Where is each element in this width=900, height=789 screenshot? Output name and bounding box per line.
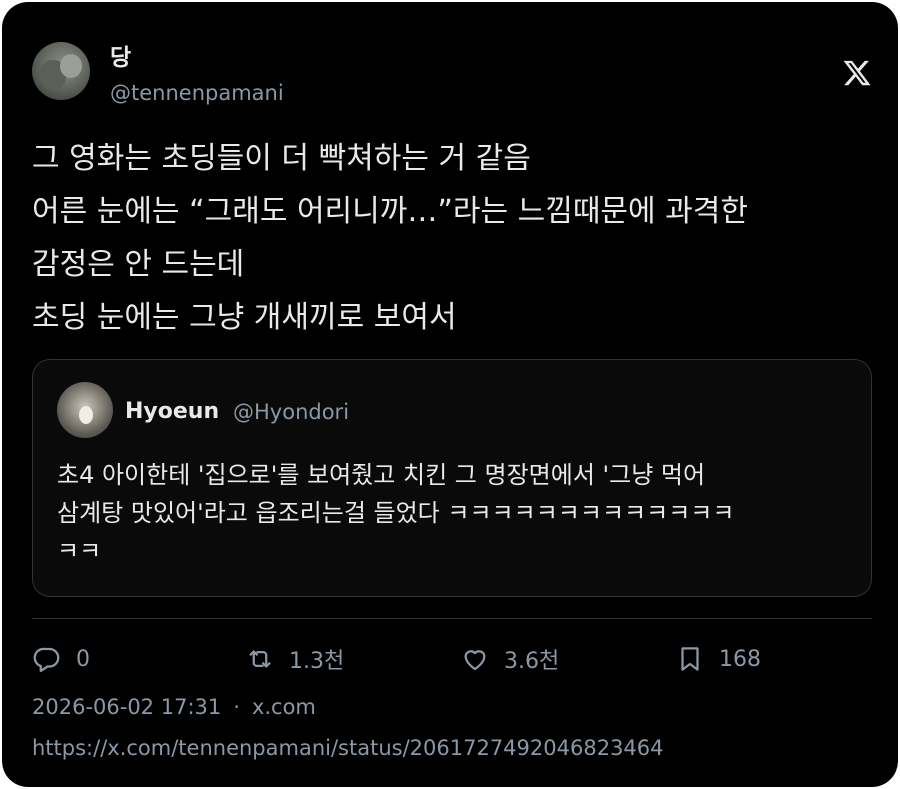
author-display-name[interactable]: 당	[110, 44, 131, 72]
quoted-author-handle: @Hyondori	[233, 400, 350, 424]
tweet-card: 당 @tennenpamani 그 영화는 초딩들이 더 빡쳐하는 거 같음 어…	[2, 2, 898, 787]
source-link[interactable]: x.com	[252, 695, 316, 719]
author-avatar[interactable]	[32, 42, 90, 100]
reply-button[interactable]: 0	[32, 642, 90, 676]
timestamp[interactable]: 2026-06-02 17:31	[32, 695, 221, 719]
divider	[32, 618, 872, 619]
quoted-author-display-name: Hyoeun	[125, 399, 220, 424]
tweet-line: 감정은 안 드는데	[32, 247, 245, 282]
meta-separator: ·	[233, 695, 240, 719]
quoted-line: 초4 아이한테 '집으로'를 보여줬고 치킨 그 명장면에서 '그냥 먹어	[57, 461, 706, 489]
tweet-text: 그 영화는 초딩들이 더 빡쳐하는 거 같음 어른 눈에는 “그래도 어리니까……	[32, 132, 872, 344]
heart-icon	[464, 650, 486, 671]
bookmark-count: 168	[719, 646, 761, 672]
retweet-count: 1.3천	[289, 649, 345, 674]
quoted-tweet[interactable]: Hyoeun @Hyondori 초4 아이한테 '집으로'를 보여줬고 치킨 …	[32, 359, 872, 597]
bookmark-button[interactable]: 168	[675, 642, 761, 676]
tweet-url[interactable]: https://x.com/tennenpamani/status/206172…	[32, 733, 664, 763]
tweet-line: 어른 눈에는 “그래도 어리니까…”라는 느낌때문에 과격한	[32, 194, 748, 229]
reply-count: 0	[76, 646, 90, 672]
quoted-line: ㅋㅋ	[57, 537, 102, 565]
quoted-line: 삼계탕 맛있어'라고 읍조리는걸 들었다 ㅋㅋㅋㅋㅋㅋㅋㅋㅋㅋㅋㅋㅋ	[57, 499, 735, 527]
tweet-meta: 2026-06-02 17:31 · x.com	[32, 692, 316, 722]
tweet-line: 초딩 눈에는 그냥 개새끼로 보여서	[32, 300, 457, 335]
tweet-line: 그 영화는 초딩들이 더 빡쳐하는 거 같음	[32, 141, 531, 176]
quoted-author-avatar[interactable]	[57, 382, 113, 438]
reply-icon	[33, 647, 60, 672]
bookmark-icon	[681, 647, 699, 671]
x-logo-icon[interactable]	[842, 58, 872, 88]
like-count: 3.6천	[504, 649, 560, 674]
quoted-tweet-text: 초4 아이한테 '집으로'를 보여줬고 치킨 그 명장면에서 '그냥 먹어 삼계…	[57, 456, 847, 570]
retweet-button[interactable]: 1.3천	[245, 642, 344, 676]
like-button[interactable]: 3.6천	[460, 642, 559, 676]
author-handle[interactable]: @tennenpamani	[110, 79, 284, 107]
retweet-icon	[249, 650, 271, 668]
